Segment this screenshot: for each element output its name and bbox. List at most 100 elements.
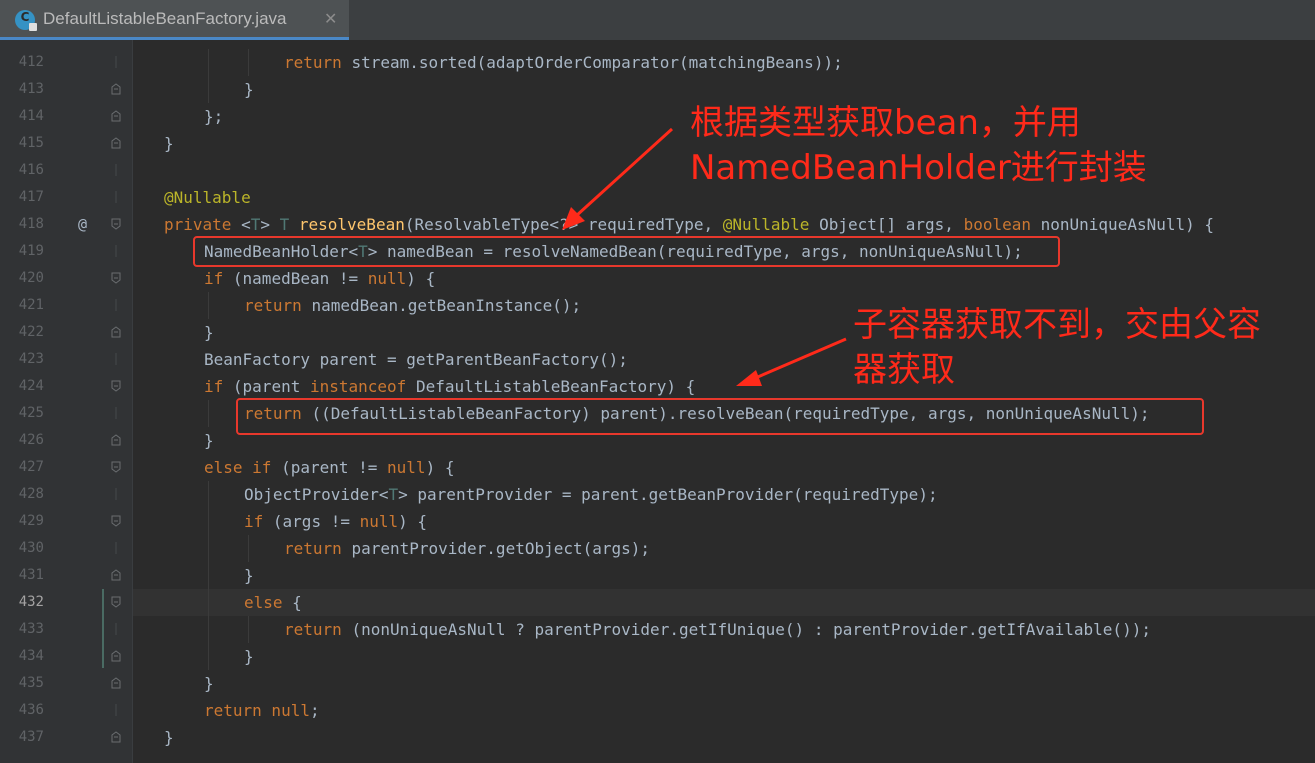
code-token: DefaultListableBeanFactory) { xyxy=(415,377,696,396)
code-token: > xyxy=(260,215,280,234)
line-number: 424 xyxy=(18,378,44,394)
code-text: else { xyxy=(244,589,302,616)
code-token: } xyxy=(244,80,254,99)
annotation-parent-container: 子容器获取不到，交由父容 器获取 xyxy=(853,305,1261,390)
fold-guide xyxy=(115,299,117,311)
fold-marker-icon[interactable] xyxy=(111,596,121,608)
keyword-token: instanceof xyxy=(309,377,416,396)
code-token: (parent != xyxy=(281,458,388,477)
code-token: }; xyxy=(204,107,224,126)
fold-marker-icon[interactable] xyxy=(111,272,121,284)
code-line[interactable]: 413} xyxy=(0,76,1315,103)
keyword-token: else if xyxy=(204,458,282,477)
code-line[interactable]: 434} xyxy=(0,643,1315,670)
code-area[interactable]: } xyxy=(133,76,1315,103)
fold-marker-icon[interactable] xyxy=(111,137,121,149)
line-number: 428 xyxy=(18,486,44,502)
line-number: 423 xyxy=(18,351,44,367)
code-line[interactable]: 432 else { xyxy=(0,589,1315,616)
code-text: if (args != null) { xyxy=(244,508,427,535)
fold-marker-icon[interactable] xyxy=(111,515,121,527)
code-token: ) { xyxy=(398,512,428,531)
implements-marker-icon[interactable]: @ xyxy=(78,211,87,238)
line-number: 430 xyxy=(18,540,44,556)
annotation-bean-by-type: 根据类型获取bean，并用 NamedBeanHolder进行封装 xyxy=(690,103,1147,188)
code-area[interactable]: else if (parent != null) { xyxy=(133,454,1315,481)
code-area[interactable]: } xyxy=(133,562,1315,589)
fold-marker-icon[interactable] xyxy=(111,380,121,392)
method-name-token: resolveBean xyxy=(298,215,405,234)
fold-marker-icon[interactable] xyxy=(111,569,121,581)
code-text: return namedBean.getBeanInstance(); xyxy=(244,292,581,319)
keyword-token: return xyxy=(244,296,312,315)
code-line[interactable]: 430 return parentProvider.getObject(args)… xyxy=(0,535,1315,562)
code-line[interactable]: 428 ObjectProvider<T> parentProvider = pa… xyxy=(0,481,1315,508)
code-area[interactable]: if (args != null) { xyxy=(133,508,1315,535)
annotation-token: @Nullable xyxy=(164,188,251,207)
fold-marker-icon[interactable] xyxy=(111,326,121,338)
fold-marker-icon[interactable] xyxy=(111,218,121,230)
fold-marker-icon[interactable] xyxy=(111,110,121,122)
fold-marker-icon[interactable] xyxy=(111,677,121,689)
line-number: 419 xyxy=(18,243,44,259)
line-number: 434 xyxy=(18,648,44,664)
code-line[interactable]: 437} xyxy=(0,724,1315,751)
code-line[interactable]: 433 return (nonUniqueAsNull ? parentProvi… xyxy=(0,616,1315,643)
fold-marker-icon[interactable] xyxy=(111,434,121,446)
line-number: 418 xyxy=(18,216,44,232)
code-token: < xyxy=(241,215,251,234)
fold-guide xyxy=(115,704,117,716)
code-area[interactable]: else { xyxy=(133,589,1315,616)
code-token: } xyxy=(204,674,214,693)
line-number: 422 xyxy=(18,324,44,340)
code-line[interactable]: 435} xyxy=(0,670,1315,697)
code-area[interactable]: ObjectProvider<T> parentProvider = paren… xyxy=(133,481,1315,508)
code-line[interactable]: 412 return stream.sorted(adaptOrderCompar… xyxy=(0,49,1315,76)
line-number: 415 xyxy=(18,135,44,151)
code-token: (args != xyxy=(272,512,360,531)
close-icon[interactable]: ✕ xyxy=(324,9,337,28)
code-text: } xyxy=(204,427,214,454)
code-line[interactable]: 436 return null; xyxy=(0,697,1315,724)
annotation-token: @Nullable xyxy=(722,215,820,234)
fold-marker-icon[interactable] xyxy=(111,731,121,743)
code-line[interactable]: 427 else if (parent != null) { xyxy=(0,454,1315,481)
code-area[interactable]: private <T> T resolveBean(ResolvableType… xyxy=(133,211,1315,238)
code-text: } xyxy=(204,670,214,697)
code-area[interactable]: return parentProvider.getObject(args); xyxy=(133,535,1315,562)
code-token: (namedBean != xyxy=(232,269,368,288)
code-token: BeanFactory parent = getParentBeanFactor… xyxy=(204,350,628,369)
line-number: 426 xyxy=(18,432,44,448)
highlight-box-line-419 xyxy=(193,236,1060,267)
fold-marker-icon[interactable] xyxy=(111,83,121,95)
code-line[interactable]: 418 @ private <T> T resolveBean(Resolvable… xyxy=(0,211,1315,238)
vcs-change-marker[interactable] xyxy=(102,589,104,668)
code-text: } xyxy=(204,319,214,346)
code-line[interactable]: 420 if (namedBean != null) { xyxy=(0,265,1315,292)
code-text: } xyxy=(164,724,174,751)
fold-marker-icon[interactable] xyxy=(111,650,121,662)
fold-marker-icon[interactable] xyxy=(111,461,121,473)
fold-guide xyxy=(115,56,117,68)
code-area[interactable]: } xyxy=(133,643,1315,670)
keyword-token: return null xyxy=(204,701,310,720)
code-area[interactable]: return null; xyxy=(133,697,1315,724)
keyword-token: return xyxy=(284,539,352,558)
code-area[interactable]: } xyxy=(133,724,1315,751)
line-number: 429 xyxy=(18,513,44,529)
file-tab[interactable]: C DefaultListableBeanFactory.java ✕ xyxy=(0,0,349,40)
code-line[interactable]: 431} xyxy=(0,562,1315,589)
code-text: return (nonUniqueAsNull ? parentProvider… xyxy=(284,616,1151,643)
code-area[interactable]: } xyxy=(133,670,1315,697)
code-token: ) { xyxy=(425,458,455,477)
code-text: return null; xyxy=(204,697,320,724)
type-param-token: T xyxy=(388,485,399,504)
code-area[interactable]: return (nonUniqueAsNull ? parentProvider… xyxy=(133,616,1315,643)
code-area[interactable]: if (namedBean != null) { xyxy=(133,265,1315,292)
code-token: parentProvider.getObject(args); xyxy=(351,539,651,558)
code-area[interactable]: return stream.sorted(adaptOrderComparato… xyxy=(133,49,1315,76)
code-text: else if (parent != null) { xyxy=(204,454,454,481)
line-number: 437 xyxy=(18,729,44,745)
code-token: stream.sorted(adaptOrderComparator(match… xyxy=(351,53,843,72)
code-line[interactable]: 429 if (args != null) { xyxy=(0,508,1315,535)
